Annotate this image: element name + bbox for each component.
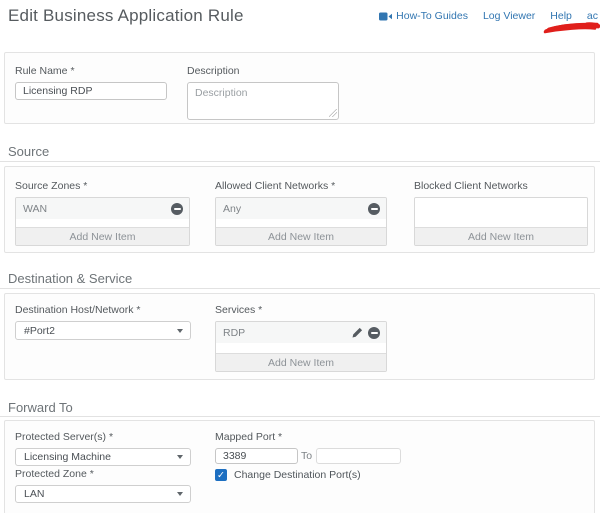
checkbox-checked-icon[interactable]: ✓ — [215, 469, 227, 481]
remove-item-icon[interactable] — [368, 203, 380, 215]
video-camera-icon — [379, 12, 392, 21]
protected-servers-label: Protected Server(s) * — [15, 431, 191, 443]
protected-zone-dropdown[interactable]: LAN — [15, 485, 191, 503]
forward-to-divider — [0, 416, 600, 417]
change-destination-ports-checkbox-row[interactable]: ✓ Change Destination Port(s) — [215, 469, 361, 481]
blocked-client-networks-label: Blocked Client Networks — [414, 180, 588, 192]
service-item: RDP — [216, 322, 386, 343]
protected-servers-value: Licensing Machine — [24, 451, 111, 463]
page-title: Edit Business Application Rule — [8, 6, 244, 26]
source-zones-label: Source Zones * — [15, 180, 190, 192]
allowed-client-networks-listbox: Any Add New Item — [215, 197, 387, 246]
mapped-port-label: Mapped Port * — [215, 431, 401, 443]
edit-business-application-rule-page: Edit Business Application Rule How-To Gu… — [0, 0, 600, 513]
destination-service-panel: Destination Host/Network * #Port2 Servic… — [4, 293, 595, 380]
chevron-down-icon — [177, 492, 183, 496]
rule-name-label: Rule Name * — [15, 65, 167, 77]
redaction-scribble-top-right — [543, 20, 600, 36]
edit-pencil-icon[interactable] — [351, 327, 363, 339]
source-panel: Source Zones * WAN Add New Item Allowed … — [4, 166, 595, 253]
how-to-guides-label: How-To Guides — [396, 10, 468, 22]
source-divider — [0, 161, 600, 162]
mapped-port-input[interactable] — [215, 448, 298, 464]
blocked-networks-add-new-item-button[interactable]: Add New Item — [415, 227, 587, 245]
remove-item-icon[interactable] — [171, 203, 183, 215]
source-zone-item: WAN — [16, 198, 189, 219]
blocked-client-networks-listbox: Add New Item — [414, 197, 588, 246]
source-zones-add-new-item-button[interactable]: Add New Item — [16, 227, 189, 245]
help-link[interactable]: Help — [550, 10, 572, 22]
destination-host-label: Destination Host/Network * — [15, 304, 191, 316]
destination-host-dropdown[interactable]: #Port2 — [15, 321, 191, 340]
mapped-port-to-input[interactable] — [316, 448, 401, 464]
change-destination-ports-label: Change Destination Port(s) — [234, 469, 361, 481]
top-nav: How-To Guides Log Viewer Help ac — [379, 10, 598, 22]
destination-service-section-heading: Destination & Service — [8, 271, 132, 286]
general-panel: Rule Name * Description — [4, 52, 595, 124]
allowed-networks-add-new-item-button[interactable]: Add New Item — [216, 227, 386, 245]
services-label: Services * — [215, 304, 387, 316]
destination-service-divider — [0, 288, 600, 289]
description-textarea[interactable] — [187, 82, 339, 120]
forward-to-section-heading: Forward To — [8, 400, 73, 415]
chevron-down-icon — [177, 329, 183, 333]
protected-zone-value: LAN — [24, 488, 44, 500]
source-section-heading: Source — [8, 144, 49, 159]
services-listbox: RDP Add New Item — [215, 321, 387, 372]
source-zones-listbox: WAN Add New Item — [15, 197, 190, 246]
destination-host-value: #Port2 — [24, 325, 55, 337]
services-add-new-item-button[interactable]: Add New Item — [216, 353, 386, 371]
rule-name-input[interactable] — [15, 82, 167, 100]
textarea-resize-handle-icon[interactable] — [329, 109, 337, 117]
protected-servers-dropdown[interactable]: Licensing Machine — [15, 448, 191, 466]
account-link[interactable]: ac — [587, 10, 598, 22]
allowed-network-item: Any — [216, 198, 386, 219]
mapped-port-to-label: To — [301, 450, 312, 462]
how-to-guides-link[interactable]: How-To Guides — [379, 10, 468, 22]
remove-item-icon[interactable] — [368, 327, 380, 339]
forward-to-panel: Protected Server(s) * Licensing Machine … — [4, 420, 595, 513]
chevron-down-icon — [177, 455, 183, 459]
protected-zone-label: Protected Zone * — [15, 468, 191, 480]
allowed-client-networks-label: Allowed Client Networks * — [215, 180, 387, 192]
description-label: Description — [187, 65, 339, 77]
log-viewer-link[interactable]: Log Viewer — [483, 10, 535, 22]
